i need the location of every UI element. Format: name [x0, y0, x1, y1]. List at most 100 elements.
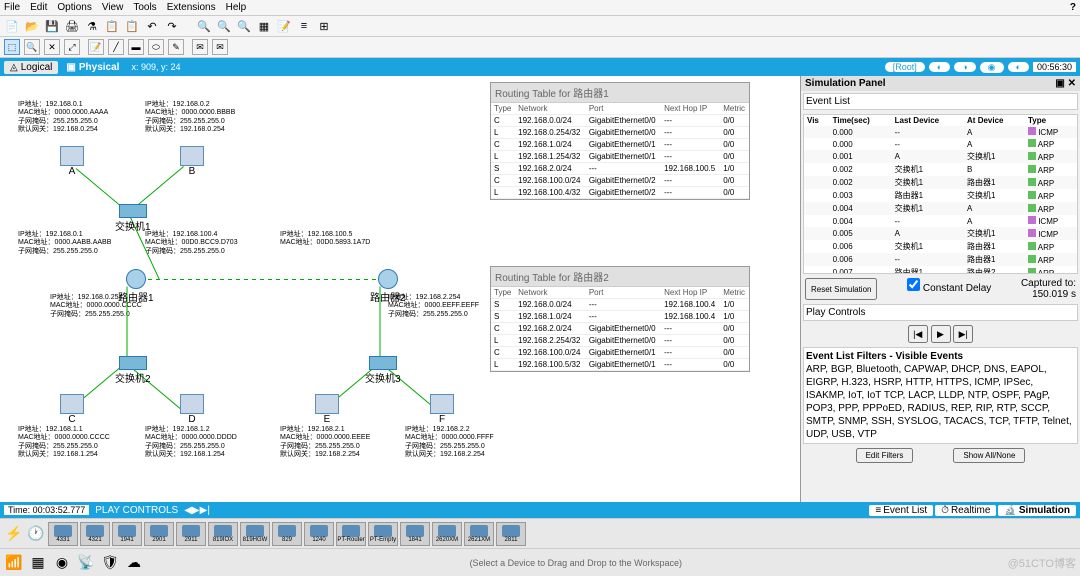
node-pc-e[interactable]: E — [315, 394, 339, 425]
event-row[interactable]: 0.006交换机1路由器1 ARP — [804, 240, 1077, 253]
note-icon[interactable]: 📝 — [88, 39, 104, 55]
event-row[interactable]: 0.000--A ARP — [804, 138, 1077, 150]
cat-wireless-icon[interactable]: 📡 — [76, 553, 96, 573]
undo-icon[interactable]: ↶ — [144, 18, 160, 34]
play-fwd-button[interactable]: ▶| — [953, 325, 973, 343]
redo-icon[interactable]: ↷ — [164, 18, 180, 34]
node-pc-d[interactable]: D — [180, 394, 204, 425]
device-model[interactable]: 829 — [272, 522, 302, 546]
nav2-icon[interactable]: ◑ — [954, 62, 975, 72]
device-model[interactable]: 819IOX — [208, 522, 238, 546]
menu-help[interactable]: Help — [226, 2, 247, 13]
node-r2[interactable]: 路由器2 — [370, 269, 406, 304]
freeform-icon[interactable]: ✎ — [168, 39, 184, 55]
menu-view[interactable]: View — [102, 2, 124, 13]
pdu-simple-icon[interactable]: ✉ — [192, 39, 208, 55]
device-model[interactable]: 819HGW — [240, 522, 270, 546]
edit-filters-button[interactable]: Edit Filters — [856, 448, 914, 463]
cat-switch-icon[interactable]: ▦ — [28, 553, 48, 573]
device-model[interactable]: 2811 — [496, 522, 526, 546]
cat-wan-icon[interactable]: ☁ — [124, 553, 144, 573]
zoomout-icon[interactable]: 🔍 — [216, 18, 232, 34]
node-pc-f[interactable]: F — [430, 394, 454, 425]
mode-realtime[interactable]: ⏱ Realtime — [935, 505, 996, 516]
palette-icon[interactable]: 📝 — [276, 18, 292, 34]
grid-icon[interactable]: ▦ — [256, 18, 272, 34]
node-r1[interactable]: 路由器1 — [118, 269, 154, 304]
wizard-icon[interactable]: ⚗ — [84, 18, 100, 34]
device-model[interactable]: 2901 — [144, 522, 174, 546]
pc-play-icon[interactable]: ▶ — [192, 505, 200, 516]
reset-sim-button[interactable]: Reset Simulation — [805, 278, 877, 300]
paste-icon[interactable]: 📋 — [124, 18, 140, 34]
cat-hub-icon[interactable]: ◉ — [52, 553, 72, 573]
device-model[interactable]: 2620XM — [432, 522, 462, 546]
node-pc-b[interactable]: B — [180, 146, 204, 177]
menu-extensions[interactable]: Extensions — [167, 2, 216, 13]
device-model[interactable]: 1941 — [112, 522, 142, 546]
play-button[interactable]: ▶ — [931, 325, 951, 343]
event-row[interactable]: 0.003路由器1交换机1 ARP — [804, 189, 1077, 202]
node-pc-c[interactable]: C — [60, 394, 84, 425]
menu-file[interactable]: File — [4, 2, 20, 13]
nav4-icon[interactable]: ◐ — [1008, 62, 1029, 72]
node-pc-a[interactable]: A — [60, 146, 84, 177]
node-sw2[interactable]: 交换机2 — [115, 356, 151, 385]
help-icon[interactable]: ? — [1070, 2, 1076, 13]
nav3-icon[interactable]: ◉ — [980, 62, 1004, 73]
device-model[interactable]: 4331 — [48, 522, 78, 546]
menu-options[interactable]: Options — [57, 2, 91, 13]
device-model[interactable]: PT-Empty — [368, 522, 398, 546]
play-back-button[interactable]: |◀ — [908, 325, 928, 343]
event-row[interactable]: 0.004--A ICMP — [804, 215, 1077, 227]
pc-fwd-icon[interactable]: ▶| — [200, 505, 210, 516]
select-icon[interactable]: ⬚ — [4, 39, 20, 55]
device-model[interactable]: 4321 — [80, 522, 110, 546]
event-row[interactable]: 0.000--A ICMP — [804, 126, 1077, 138]
node-sw1[interactable]: 交换机1 — [115, 204, 151, 233]
thunder-icon[interactable]: ⚡ — [4, 524, 24, 544]
zoomreset-icon[interactable]: 🔍 — [236, 18, 252, 34]
open-icon[interactable]: 📂 — [24, 18, 40, 34]
resize-icon[interactable]: ⤢ — [64, 39, 80, 55]
nav1-icon[interactable]: ◐ — [929, 62, 950, 72]
event-row[interactable]: 0.007路由器1路由器2 ARP — [804, 266, 1077, 274]
shape-icon[interactable]: ≡ — [296, 18, 312, 34]
event-row[interactable]: 0.002交换机1路由器1 ARP — [804, 176, 1077, 189]
copy-icon[interactable]: 📋 — [104, 18, 120, 34]
node-sw3[interactable]: 交换机3 — [365, 356, 401, 385]
event-row[interactable]: 0.006--路由器1 ARP — [804, 253, 1077, 266]
inspect-icon[interactable]: 🔍 — [24, 39, 40, 55]
event-row[interactable]: 0.005A交换机1 ICMP — [804, 227, 1077, 240]
event-row[interactable]: 0.001A交换机1 ARP — [804, 150, 1077, 163]
print-icon[interactable]: 🖨 — [64, 18, 80, 34]
zoomin-icon[interactable]: 🔍 — [196, 18, 212, 34]
menu-tools[interactable]: Tools — [133, 2, 156, 13]
device-model[interactable]: 1841 — [400, 522, 430, 546]
menu-edit[interactable]: Edit — [30, 2, 47, 13]
device-model[interactable]: PT-Router — [336, 522, 366, 546]
custom-icon[interactable]: ⊞ — [316, 18, 332, 34]
event-row[interactable]: 0.002交换机1B ARP — [804, 163, 1077, 176]
new-icon[interactable]: 📄 — [4, 18, 20, 34]
pc-back-icon[interactable]: ◀ — [184, 505, 192, 516]
root-button[interactable]: [Root] — [885, 62, 925, 72]
pdu-complex-icon[interactable]: ✉ — [212, 39, 228, 55]
device-model[interactable]: 2621XM — [464, 522, 494, 546]
mode-eventlist[interactable]: ≡ Event List — [869, 505, 933, 516]
device-model[interactable]: 2911 — [176, 522, 206, 546]
cat-security-icon[interactable]: 🛡 — [100, 553, 120, 573]
event-list[interactable]: VisTime(sec)Last DeviceAt DeviceType0.00… — [803, 114, 1078, 274]
cat-router-icon[interactable]: 📶 — [4, 553, 24, 573]
tab-physical[interactable]: ▣ Physical — [60, 61, 125, 74]
mode-simulation[interactable]: 🔬 Simulation — [998, 505, 1076, 516]
ellipse-icon[interactable]: ⬭ — [148, 39, 164, 55]
save-icon[interactable]: 💾 — [44, 18, 60, 34]
tab-logical[interactable]: ◬ Logical — [4, 61, 58, 74]
line-icon[interactable]: ╱ — [108, 39, 124, 55]
const-delay-check[interactable]: Constant Delay — [907, 278, 991, 300]
clock-icon[interactable]: 🕐 — [26, 524, 46, 544]
workspace-canvas[interactable]: IP地址：192.168.0.1 MAC地址：0000.0000.AAAA 子网… — [0, 76, 800, 502]
show-all-button[interactable]: Show All/None — [953, 448, 1025, 463]
event-row[interactable]: 0.004交换机1A ARP — [804, 202, 1077, 215]
